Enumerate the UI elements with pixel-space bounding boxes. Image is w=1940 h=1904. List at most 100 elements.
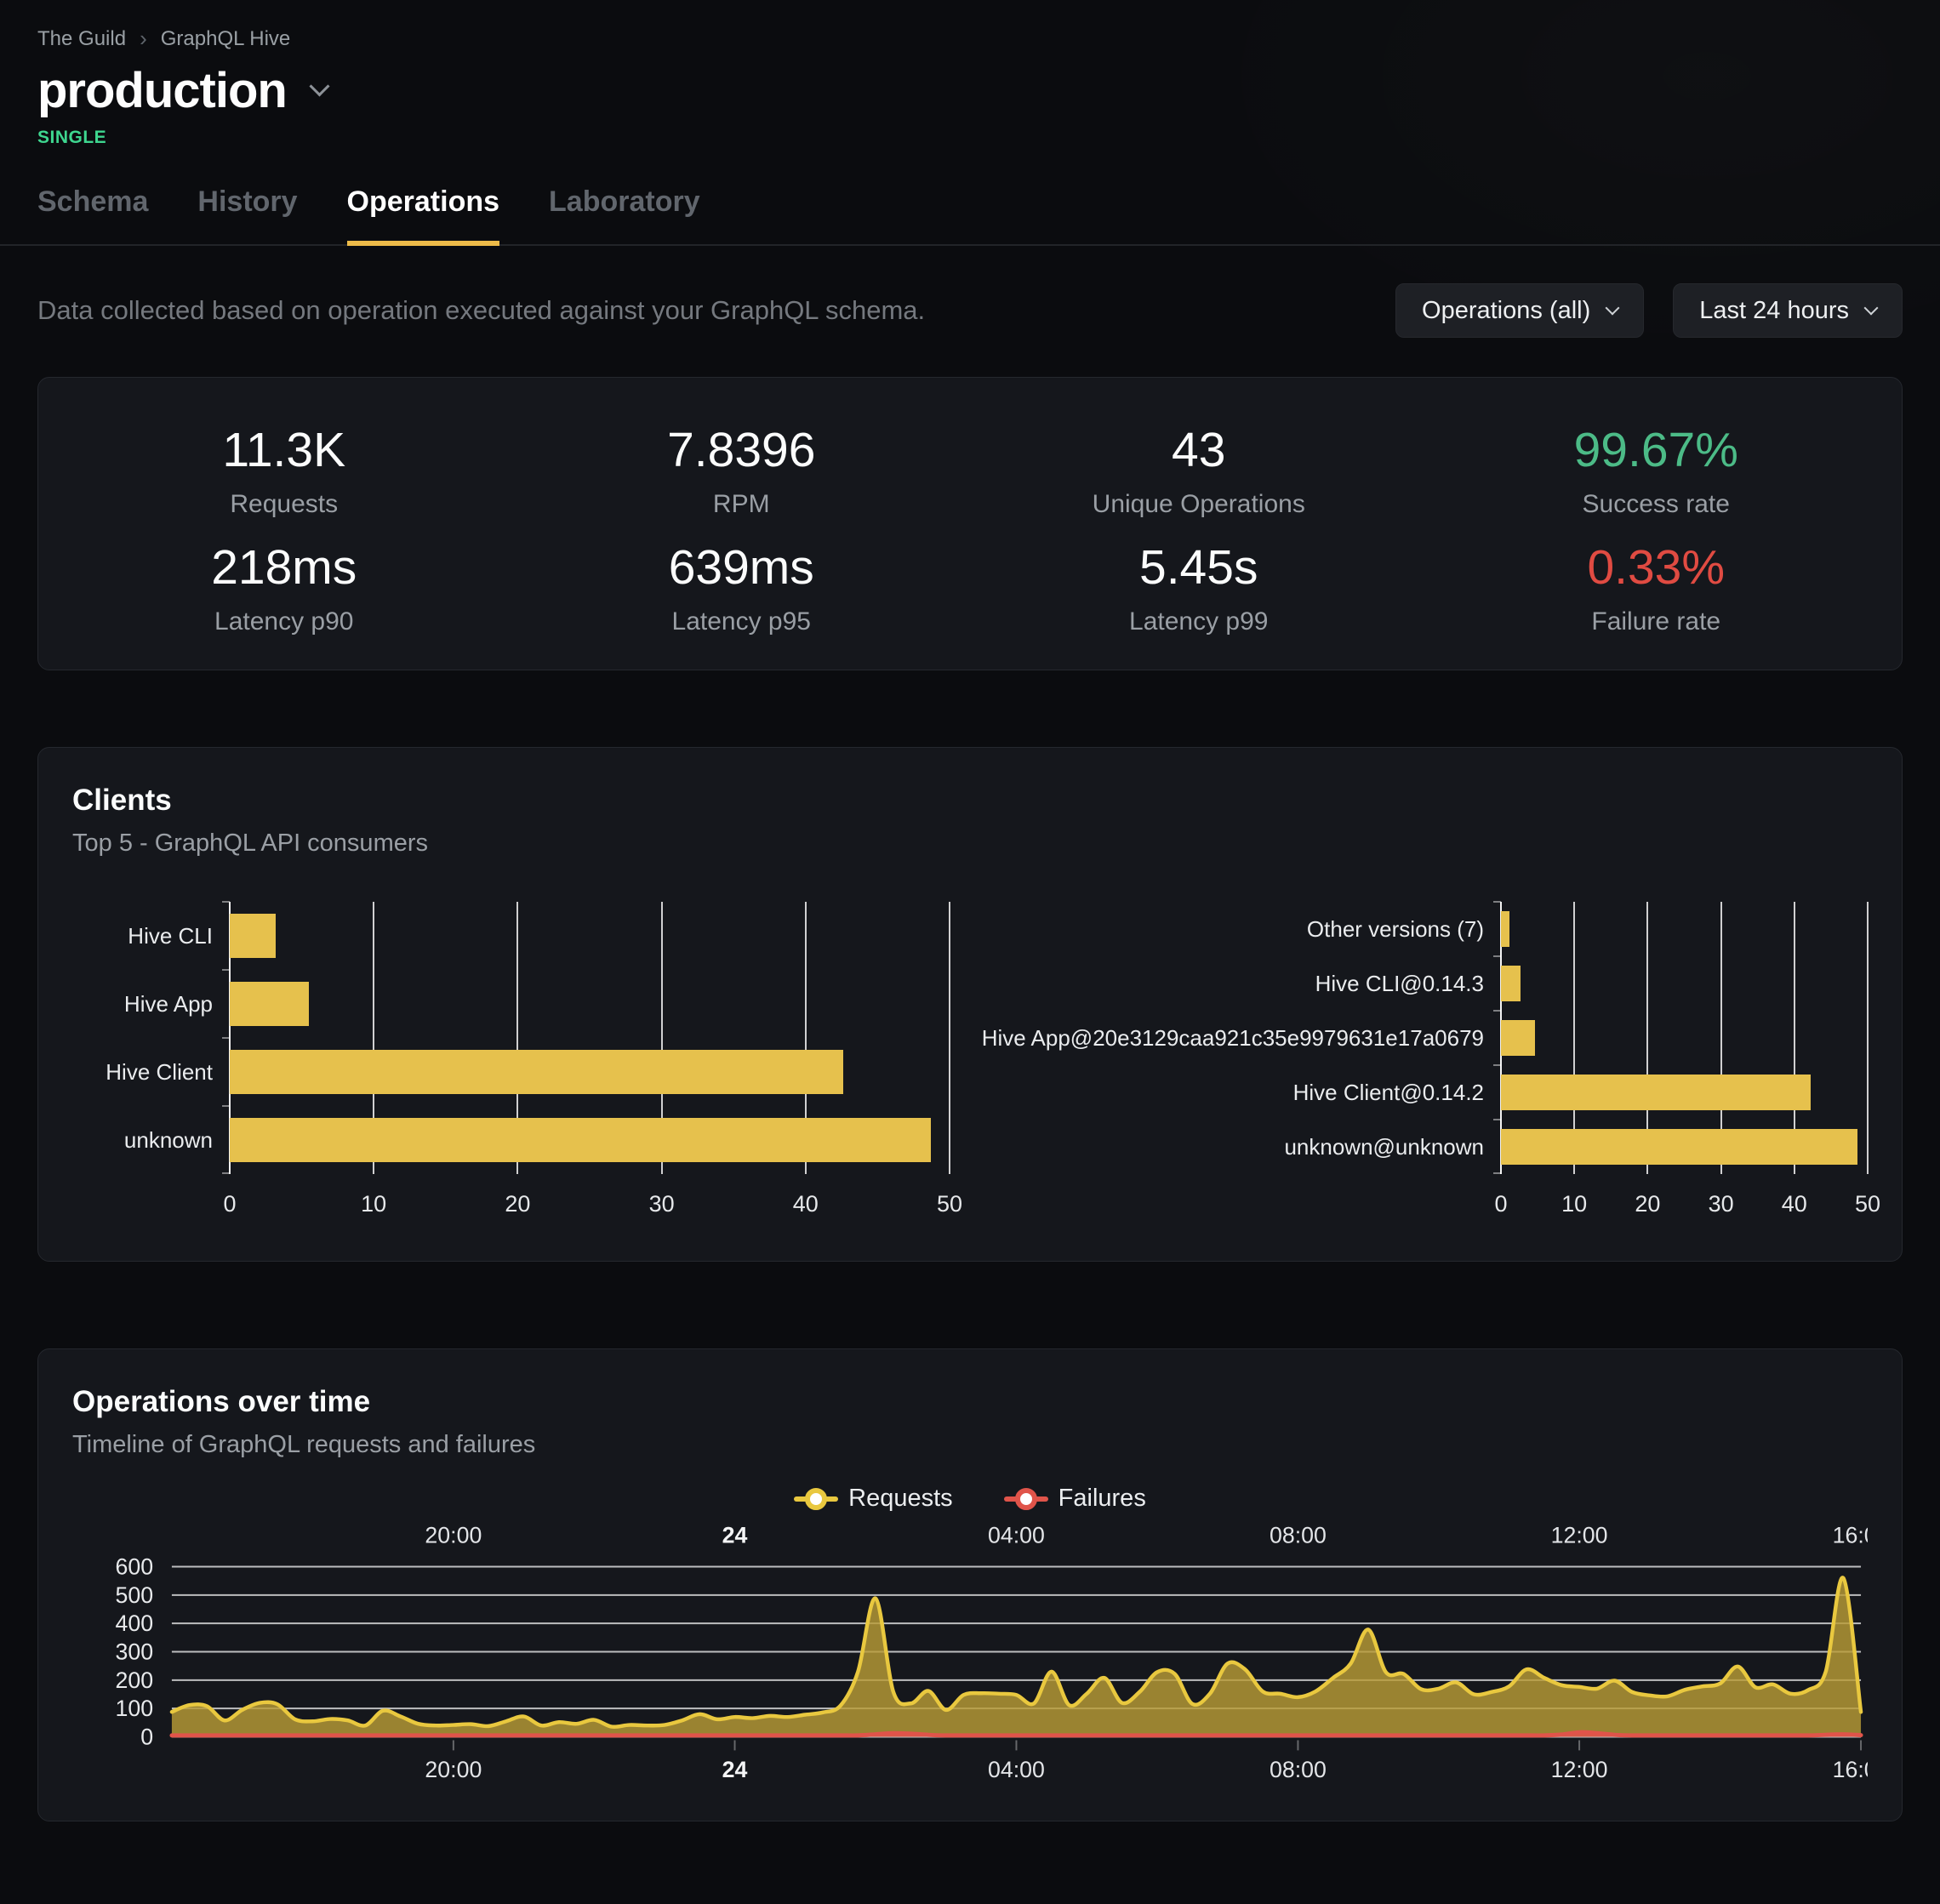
target-selector-chevron-down-icon[interactable] <box>309 76 329 96</box>
stat-value: 0.33% <box>1428 539 1886 596</box>
x-tick-label: 30 <box>1709 1191 1734 1217</box>
stats-card: 11.3K Requests 7.8396 RPM 43 Unique Oper… <box>37 377 1903 670</box>
tab-operations[interactable]: Operations <box>347 185 499 246</box>
y-tick-label: 600 <box>116 1553 154 1579</box>
bar-row <box>1501 1120 1868 1174</box>
breadcrumb-separator-icon: › <box>140 26 147 52</box>
operations-filter-label: Operations (all) <box>1422 297 1590 325</box>
bar-row <box>230 1106 950 1174</box>
clients-bar-chart-by-version: Other versions (7)Hive CLI@0.14.3Hive Ap… <box>990 902 1868 1227</box>
breadcrumb-project[interactable]: GraphQL Hive <box>161 27 291 51</box>
x-tick-label: 10 <box>361 1191 386 1217</box>
bar-row <box>1501 1065 1868 1120</box>
x-tick-label-bottom: 12:00 <box>1551 1757 1608 1782</box>
tab-laboratory[interactable]: Laboratory <box>549 185 700 246</box>
x-tick-label-top: 08:00 <box>1270 1523 1327 1548</box>
x-tick-label-bottom: 08:00 <box>1270 1757 1327 1782</box>
legend-item-requests: Requests <box>794 1485 953 1513</box>
stat-label: Latency p95 <box>513 607 971 636</box>
x-tick-label: 20 <box>505 1191 530 1217</box>
stat-label: Latency p99 <box>970 607 1428 636</box>
bar-unknown-unknown <box>1501 1129 1857 1165</box>
stat-value: 7.8396 <box>513 422 971 478</box>
bar-category-label: Hive CLI <box>72 902 230 970</box>
bar-x-axis: 01020304050 <box>1501 1174 1868 1227</box>
operations-over-time-card: Operations over time Timeline of GraphQL… <box>37 1348 1903 1821</box>
clients-card: Clients Top 5 - GraphQL API consumers Hi… <box>37 747 1903 1262</box>
bar-row <box>230 970 950 1038</box>
stat-latency-p95: 639ms Latency p95 <box>513 539 971 636</box>
clients-card-title: Clients <box>72 784 1868 818</box>
x-tick-label: 40 <box>1782 1191 1807 1217</box>
x-tick-label-bottom: 16:00 <box>1833 1757 1868 1782</box>
timeline-legend: Requests Failures <box>72 1485 1868 1513</box>
bar-hive-client-0-14-2 <box>1501 1075 1811 1110</box>
stat-value: 11.3K <box>55 422 513 478</box>
clients-card-subtitle: Top 5 - GraphQL API consumers <box>72 829 1868 858</box>
x-tick-label: 30 <box>649 1191 675 1217</box>
bar-unknown <box>230 1118 931 1163</box>
bar-hive-client <box>230 1050 843 1095</box>
time-range-label: Last 24 hours <box>1699 297 1849 325</box>
x-tick-label-bottom: 04:00 <box>988 1757 1045 1782</box>
x-tick-label-top: 20:00 <box>425 1523 482 1548</box>
stat-value: 218ms <box>55 539 513 596</box>
ops-card-title: Operations over time <box>72 1385 1868 1419</box>
toolbar-description: Data collected based on operation execut… <box>37 295 925 326</box>
chevron-down-icon <box>1606 301 1620 316</box>
bar-spacer <box>72 1174 230 1227</box>
stat-success-rate: 99.67% Success rate <box>1428 422 1886 519</box>
bar-category-label: unknown <box>72 1106 230 1174</box>
x-tick-label-bottom: 24 <box>722 1757 748 1782</box>
bar-row <box>230 1038 950 1106</box>
failures-legend-marker-icon <box>1004 1487 1048 1511</box>
breadcrumb: The Guild › GraphQL Hive <box>37 26 1903 52</box>
bar-row <box>1501 1011 1868 1065</box>
x-tick-label: 0 <box>1494 1191 1507 1217</box>
stat-unique-operations: 43 Unique Operations <box>970 422 1428 519</box>
y-tick-label: 400 <box>116 1610 154 1636</box>
bar-hive-cli-0-14-3 <box>1501 966 1521 1001</box>
bar-row <box>1501 902 1868 956</box>
stat-latency-p99: 5.45s Latency p99 <box>970 539 1428 636</box>
bar-category-label: Other versions (7) <box>990 902 1501 956</box>
bar-plot <box>1501 902 1868 1174</box>
bar-labels: Other versions (7)Hive CLI@0.14.3Hive Ap… <box>990 902 1501 1174</box>
bar-category-label: Hive App@20e3129caa921c35e9979631e17a067… <box>990 1011 1501 1065</box>
tab-history[interactable]: History <box>197 185 297 246</box>
x-tick-label: 0 <box>223 1191 236 1217</box>
tabs-bar: Schema History Operations Laboratory <box>0 185 1940 246</box>
x-tick-label-top: 12:00 <box>1551 1523 1608 1548</box>
clients-bar-chart-by-name: Hive CLIHive AppHive Clientunknown 01020… <box>72 902 990 1227</box>
x-tick-label-bottom: 20:00 <box>425 1757 482 1782</box>
bar-category-label: unknown@unknown <box>990 1120 1501 1174</box>
stat-failure-rate: 0.33% Failure rate <box>1428 539 1886 636</box>
stat-latency-p90: 218ms Latency p90 <box>55 539 513 636</box>
bar-row <box>230 902 950 970</box>
stat-label: Success rate <box>1428 490 1886 519</box>
y-tick-label: 500 <box>116 1582 154 1608</box>
bar-row <box>1501 956 1868 1011</box>
time-range-dropdown[interactable]: Last 24 hours <box>1673 283 1903 338</box>
bar-category-label: Hive Client <box>72 1038 230 1106</box>
stat-label: RPM <box>513 490 971 519</box>
timeline-svg: 010020030040050060020:0020:00242404:0004… <box>72 1518 1868 1804</box>
bar-category-label: Hive Client@0.14.2 <box>990 1065 1501 1120</box>
x-tick-label: 40 <box>793 1191 819 1217</box>
ops-card-subtitle: Timeline of GraphQL requests and failure… <box>72 1431 1868 1459</box>
y-tick-label: 100 <box>116 1696 154 1721</box>
stat-value: 99.67% <box>1428 422 1886 478</box>
x-tick-label: 10 <box>1561 1191 1587 1217</box>
stat-label: Requests <box>55 490 513 519</box>
bar-other-versions-7- <box>1501 911 1509 947</box>
bar-hive-app <box>230 982 309 1027</box>
breadcrumb-org[interactable]: The Guild <box>37 27 126 51</box>
y-tick-label: 200 <box>116 1667 154 1693</box>
stat-label: Failure rate <box>1428 607 1886 636</box>
tab-schema[interactable]: Schema <box>37 185 148 246</box>
x-tick-label: 50 <box>937 1191 962 1217</box>
x-tick-label: 50 <box>1855 1191 1880 1217</box>
operations-filter-dropdown[interactable]: Operations (all) <box>1395 283 1644 338</box>
stat-value: 5.45s <box>970 539 1428 596</box>
x-tick-label-top: 24 <box>722 1523 748 1548</box>
